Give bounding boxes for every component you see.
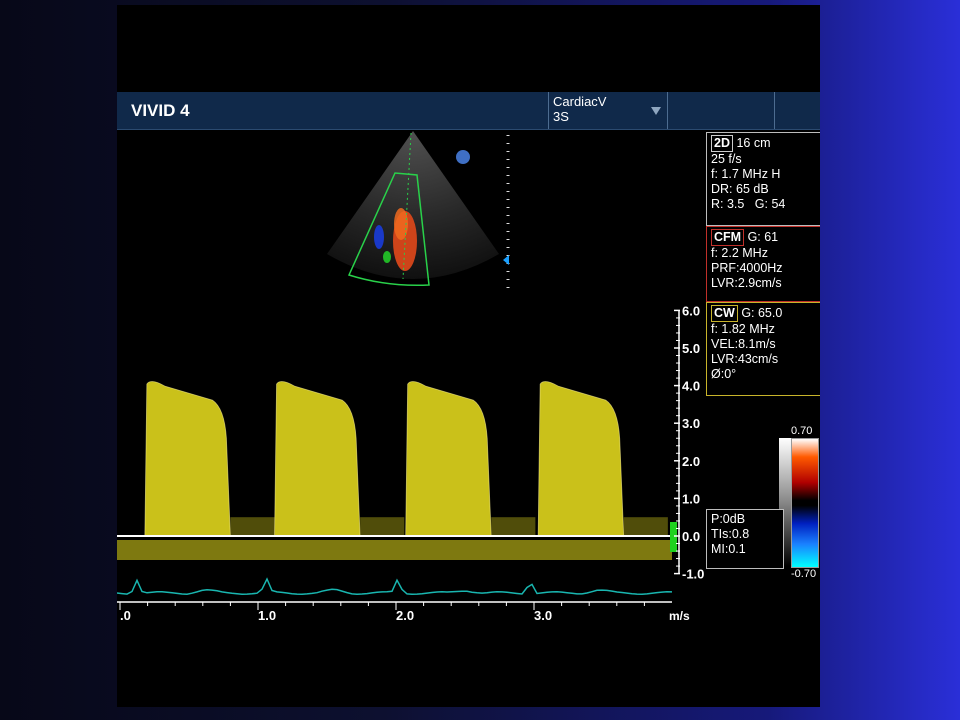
reverse-flow-band — [117, 540, 672, 560]
app-title: VIVID 4 — [131, 101, 190, 120]
velocity-tick-label: 5.0 — [682, 341, 700, 356]
color-scale-max: 0.70 — [791, 425, 813, 437]
probe-name: 3S — [553, 109, 569, 124]
top-bar: VIVID 4 CardiacV 3S — [117, 92, 820, 130]
panel-output: P:0dB TIs:0.8 MI:0.1 — [706, 509, 784, 569]
velocity-tick-label: 6.0 — [682, 303, 700, 318]
sector-image — [327, 131, 510, 289]
gain: G: 65.0 — [741, 306, 783, 320]
time-tick-label: 1.0 — [258, 608, 276, 623]
velocity-tick-label: 2.0 — [682, 454, 700, 469]
panel-cfm: CFM G: 61 f: 2.2 MHz PRF:4000Hz LVR:2.9c… — [706, 226, 820, 302]
power: P:0dB — [711, 512, 746, 526]
top-bar-segment — [774, 92, 820, 129]
frequency: f: 1.7 MHz H — [711, 167, 781, 181]
lvr: LVR:2.9cm/s — [711, 276, 782, 290]
r-value: R: 3.5 — [711, 197, 745, 211]
dynamic-range: DR: 65 dB — [711, 182, 769, 196]
mode-cfm-label: CFM — [711, 229, 745, 246]
time-tick-label: 2.0 — [396, 608, 414, 623]
gain: G: 54 — [754, 197, 786, 211]
ecg-trace — [117, 577, 673, 595]
frequency: f: 2.2 MHz — [711, 246, 768, 260]
spectrum-low-band — [230, 517, 275, 536]
panel-2d: 2D 16 cm 25 f/s f: 1.7 MHz H DR: 65 dB R… — [706, 132, 820, 226]
velocity-tick-label: 1.0 — [682, 491, 700, 506]
chevron-down-icon[interactable] — [651, 107, 661, 115]
spectrum-low-band — [360, 517, 405, 536]
time-tick-label: .0 — [120, 608, 131, 623]
gain: G: 61 — [747, 230, 779, 244]
preset-selector[interactable]: CardiacV 3S — [548, 92, 668, 129]
baseline-marker — [670, 522, 677, 552]
focal-zone-marker — [503, 255, 509, 265]
angle: Ø:0° — [711, 367, 737, 381]
preset-name: CardiacV — [553, 94, 607, 109]
mode-2d-label: 2D — [711, 135, 733, 152]
velocity-unit-label: m/s — [669, 609, 690, 623]
color-map-bar — [791, 438, 819, 568]
ultrasound-screen: VIVID 4 CardiacV 3S 6.0 5.0 4.0 3.0 2.0 1.0 0.… — [117, 5, 820, 707]
spectrum-low-band — [491, 517, 536, 536]
color-jet — [383, 251, 391, 263]
panel-cw: CW G: 65.0 f: 1.82 MHz VEL:8.1m/s LVR:43… — [706, 302, 820, 396]
mi: MI:0.1 — [711, 542, 746, 556]
depth: 16 cm — [736, 136, 771, 150]
top-bar-segment — [666, 92, 775, 129]
prf: PRF:4000Hz — [711, 261, 783, 275]
color-jet — [374, 225, 384, 249]
velocity-tick-label: -1.0 — [682, 567, 704, 582]
tis: TIs:0.8 — [711, 527, 750, 541]
velocity-tick-label: 0.0 — [682, 529, 700, 544]
frame-rate: 25 f/s — [711, 152, 742, 166]
velocity-tick-label: 4.0 — [682, 379, 700, 394]
velocity: VEL:8.1m/s — [711, 337, 776, 351]
spectrum-low-band — [623, 517, 668, 536]
mode-cw-label: CW — [711, 305, 738, 322]
velocity-tick-label: 3.0 — [682, 416, 700, 431]
frequency: f: 1.82 MHz — [711, 322, 775, 336]
color-scale-min: -0.70 — [791, 568, 817, 580]
focus-marker — [456, 150, 470, 164]
time-tick-label: 3.0 — [534, 608, 552, 623]
lvr: LVR:43cm/s — [711, 352, 779, 366]
